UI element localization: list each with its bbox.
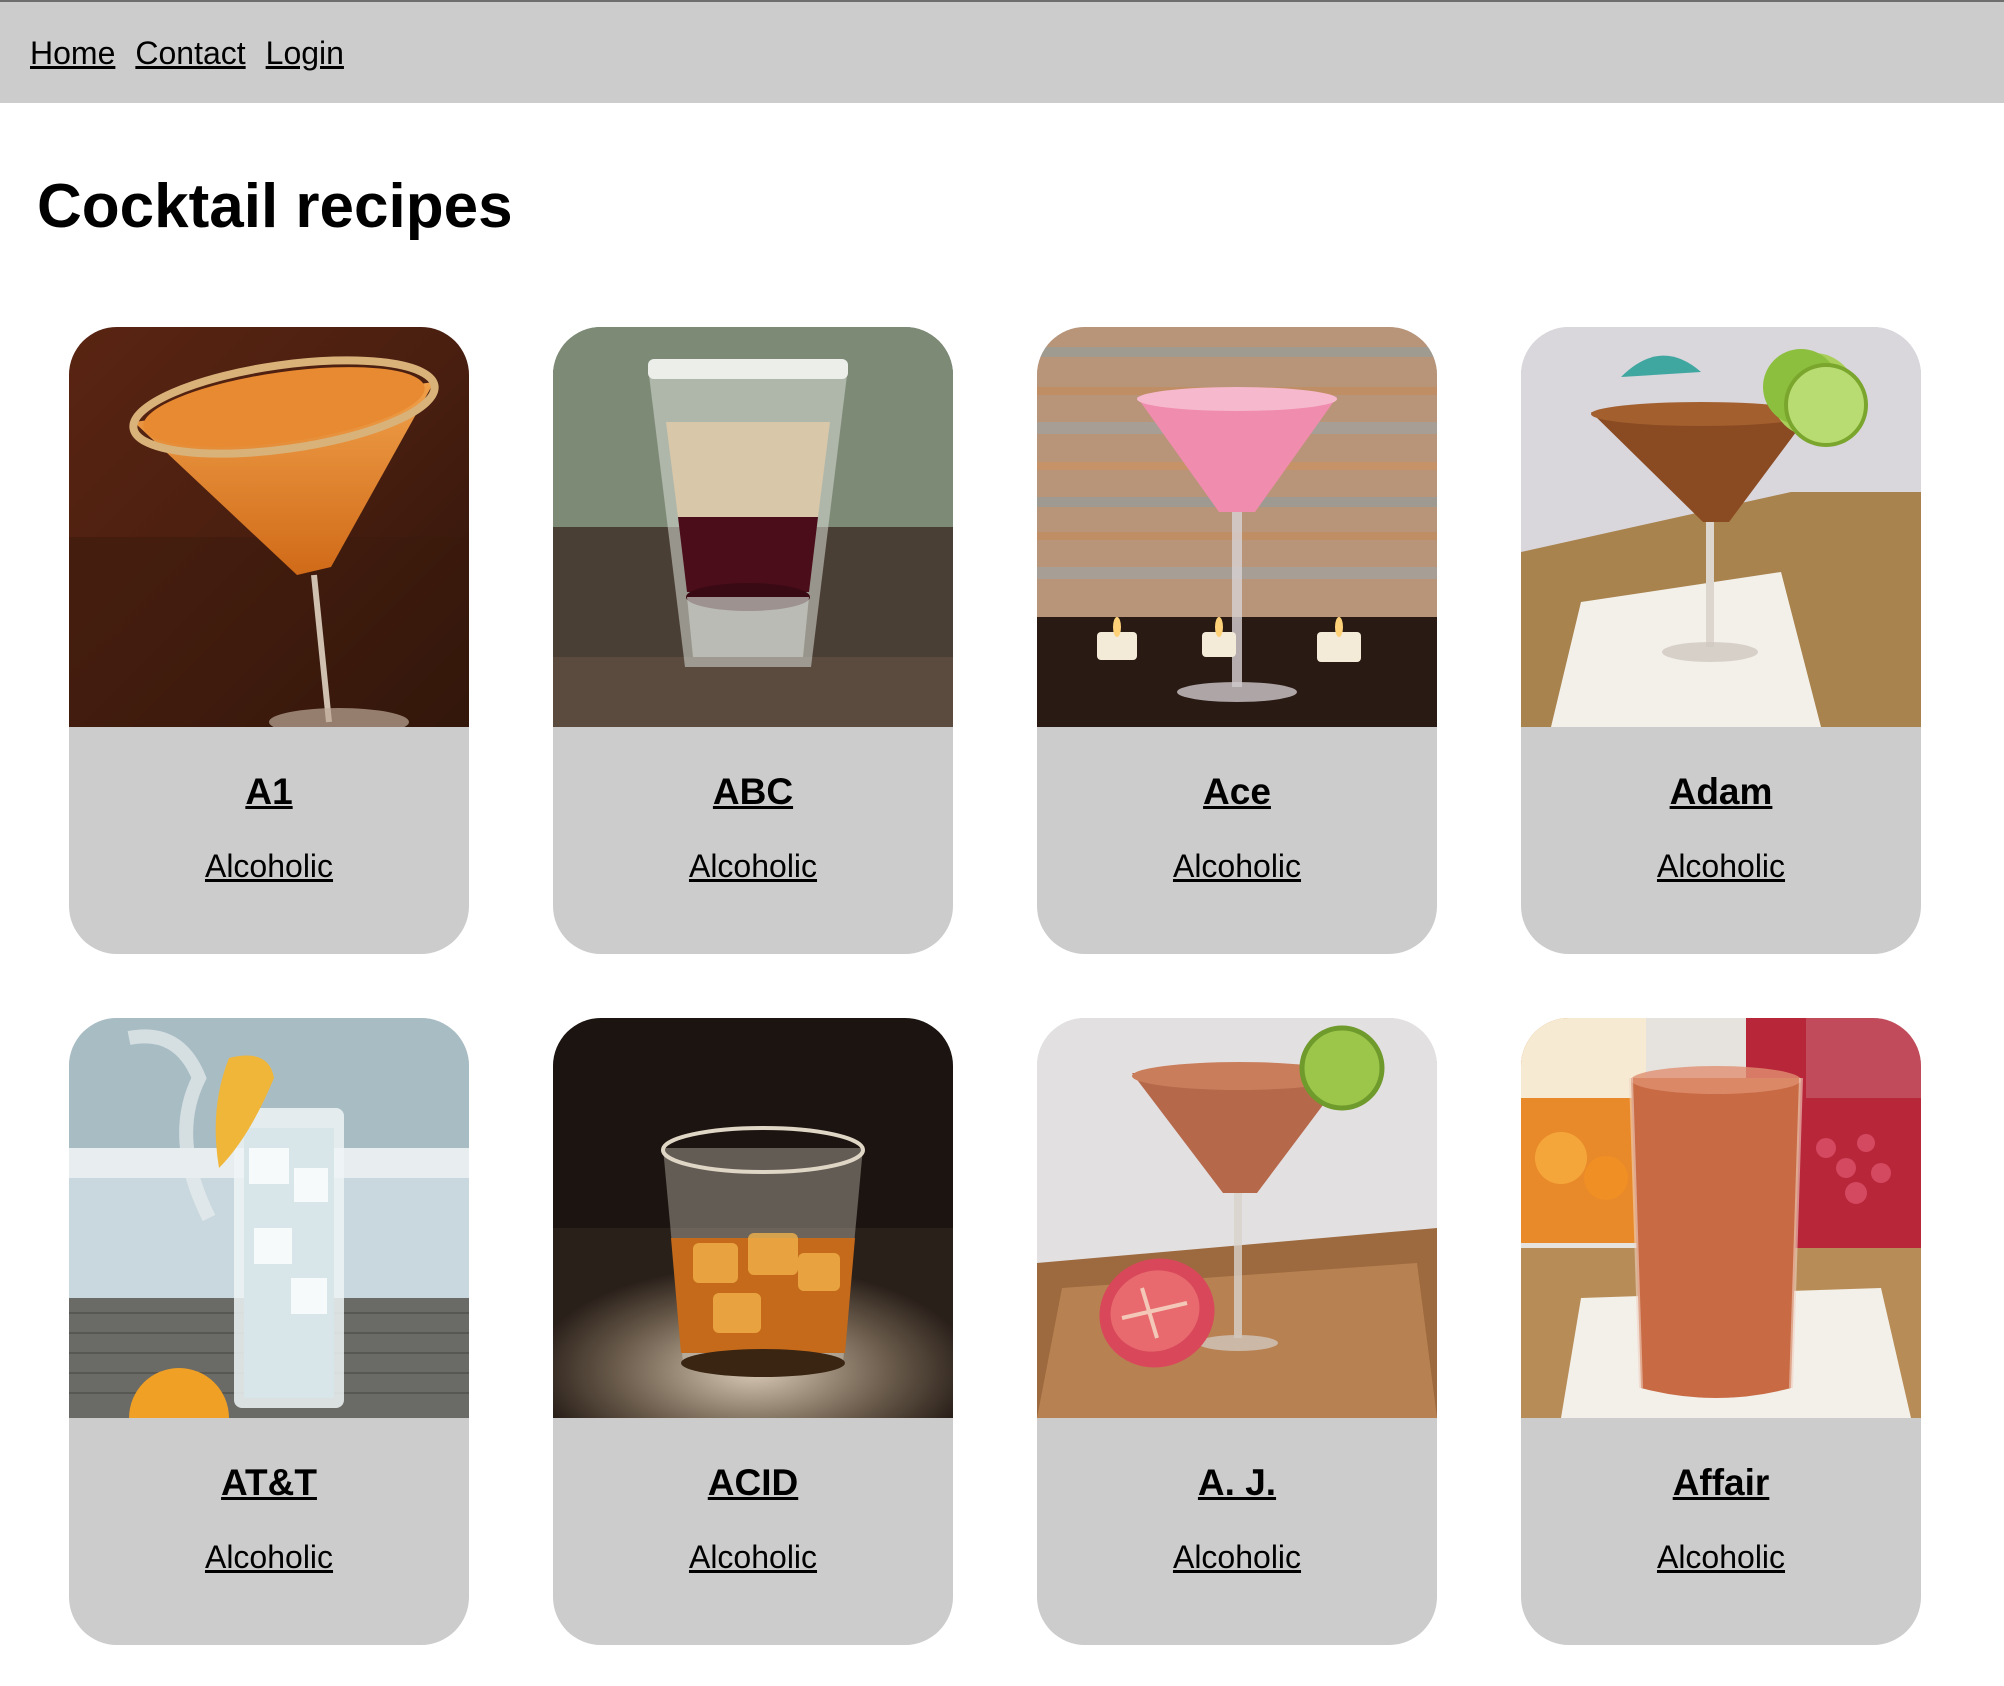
cocktail-category-link[interactable]: Alcoholic (205, 1541, 333, 1573)
cocktail-category-link[interactable]: Alcoholic (1657, 850, 1785, 882)
cocktail-grid: A1 Alcoholic ABC Alcoholic Ace Alcoholic… (69, 327, 1921, 1645)
cocktail-photo[interactable] (553, 327, 953, 727)
cocktail-name-link[interactable]: ACID (708, 1464, 798, 1501)
cocktail-photo[interactable] (1521, 327, 1921, 727)
cocktail-card: A. J. Alcoholic (1037, 1018, 1437, 1645)
cocktail-name-link[interactable]: Affair (1673, 1464, 1770, 1501)
cocktail-name-link[interactable]: Adam (1670, 773, 1773, 810)
cocktail-photo[interactable] (1037, 1018, 1437, 1418)
cocktail-category-link[interactable]: Alcoholic (1173, 1541, 1301, 1573)
page-title: Cocktail recipes (37, 172, 513, 241)
nav-link-contact[interactable]: Contact (135, 37, 245, 69)
cocktail-category-link[interactable]: Alcoholic (205, 850, 333, 882)
cocktail-category-link[interactable]: Alcoholic (689, 1541, 817, 1573)
cocktail-card: Adam Alcoholic (1521, 327, 1921, 954)
cocktail-card: ACID Alcoholic (553, 1018, 953, 1645)
cocktail-photo[interactable] (69, 1018, 469, 1418)
nav-link-login[interactable]: Login (266, 37, 344, 69)
cocktail-photo[interactable] (553, 1018, 953, 1418)
cocktail-card: AT&T Alcoholic (69, 1018, 469, 1645)
cocktail-category-link[interactable]: Alcoholic (689, 850, 817, 882)
cocktail-photo[interactable] (69, 327, 469, 727)
cocktail-photo[interactable] (1521, 1018, 1921, 1418)
cocktail-name-link[interactable]: Ace (1203, 773, 1271, 810)
cocktail-category-link[interactable]: Alcoholic (1173, 850, 1301, 882)
top-nav: Home Contact Login (0, 0, 2004, 103)
cocktail-name-link[interactable]: A. J. (1198, 1464, 1276, 1501)
cocktail-name-link[interactable]: AT&T (221, 1464, 317, 1501)
cocktail-name-link[interactable]: ABC (713, 773, 793, 810)
cocktail-photo[interactable] (1037, 327, 1437, 727)
cocktail-card: ABC Alcoholic (553, 327, 953, 954)
cocktail-card: Affair Alcoholic (1521, 1018, 1921, 1645)
cocktail-category-link[interactable]: Alcoholic (1657, 1541, 1785, 1573)
cocktail-card: A1 Alcoholic (69, 327, 469, 954)
cocktail-name-link[interactable]: A1 (245, 773, 292, 810)
nav-link-home[interactable]: Home (30, 37, 115, 69)
cocktail-card: Ace Alcoholic (1037, 327, 1437, 954)
